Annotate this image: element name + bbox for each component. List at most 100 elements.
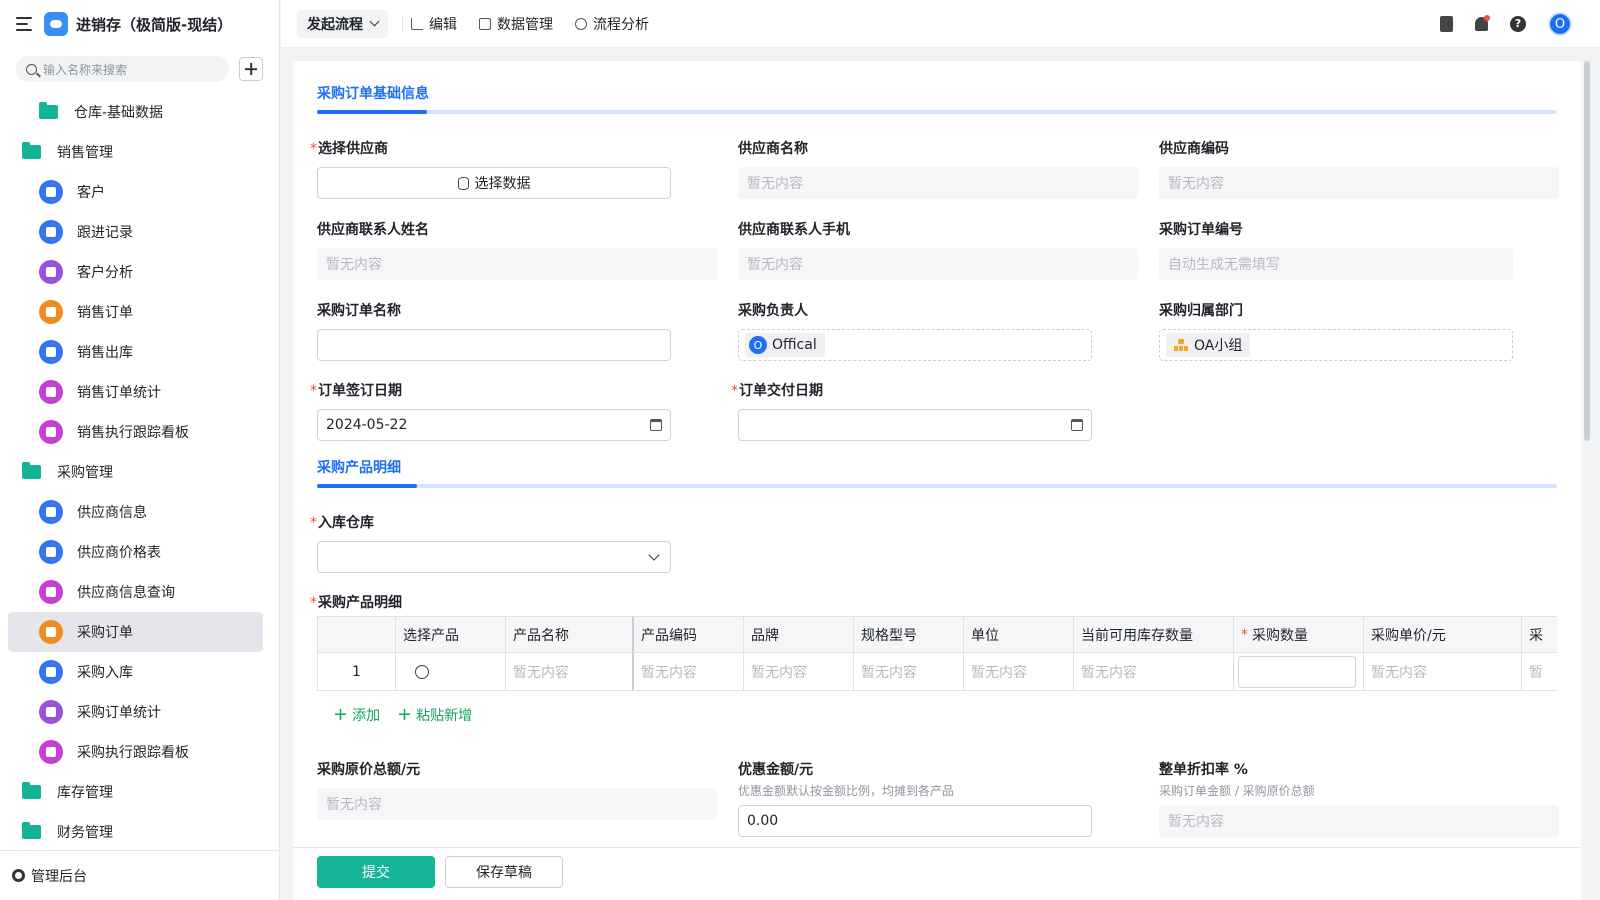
- order-no-field: 采购订单编号 自动生成无需填写: [1159, 220, 1513, 280]
- sidebar-item[interactable]: 采购订单: [8, 612, 263, 652]
- order-name-label: 采购订单名称: [317, 303, 401, 319]
- warehouse-select[interactable]: [317, 541, 671, 573]
- purchaser-picker[interactable]: O Offical: [738, 329, 1092, 361]
- quantity-input[interactable]: [1238, 655, 1356, 688]
- sidebar-item[interactable]: 销售订单统计: [8, 372, 263, 412]
- scrollbar[interactable]: [1584, 61, 1590, 441]
- table-cell: 暂无内容: [964, 653, 1074, 690]
- sidebar-item[interactable]: 客户: [8, 172, 263, 212]
- save-draft-button[interactable]: 保存草稿: [445, 856, 563, 888]
- select-product-icon[interactable]: [415, 664, 429, 679]
- table-cell-value: 暂无内容: [861, 664, 917, 681]
- contact-phone-value: 暂无内容: [738, 248, 1138, 280]
- admin-console-link[interactable]: 管理后台: [0, 850, 279, 900]
- table-row: 1 暂无内容 暂无内容 暂无内容 暂无内容 暂无内容 暂无内容 暂无内容 暂: [318, 653, 1557, 690]
- sidebar-item[interactable]: 财务管理: [8, 812, 263, 852]
- sidebar-item-label: 库存管理: [57, 785, 113, 801]
- total-original-label: 采购原价总额/元: [317, 762, 421, 778]
- sidebar-search-row: 输入名称来搜索: [0, 48, 279, 92]
- plus-icon: +: [333, 704, 349, 725]
- select-data-button[interactable]: 选择数据: [317, 167, 671, 199]
- add-item-button[interactable]: [239, 57, 263, 81]
- action-bar: 提交 保存草稿: [293, 847, 1581, 900]
- sidebar-item[interactable]: 库存管理: [8, 772, 263, 812]
- order-name-input[interactable]: [317, 329, 671, 361]
- app-title: 进销存（极简版-现结）: [76, 15, 233, 34]
- contact-name-value: 暂无内容: [317, 248, 717, 280]
- chart-icon: [39, 700, 63, 724]
- sidebar-search-input[interactable]: 输入名称来搜索: [16, 56, 229, 82]
- table-header-label: 产品编码: [641, 627, 697, 644]
- total-original-field: 采购原价总额/元 暂无内容: [317, 760, 717, 820]
- department-picker[interactable]: OA小组: [1159, 329, 1513, 361]
- sidebar-item[interactable]: 销售执行跟踪看板: [8, 412, 263, 452]
- menu-icon[interactable]: [16, 17, 32, 31]
- order-no-label: 采购订单编号: [1159, 222, 1243, 238]
- add-row-label: 添加: [352, 708, 381, 724]
- table-header-cell: 当前可用库存数量: [1074, 617, 1234, 652]
- delivery-date-input[interactable]: [738, 409, 1092, 441]
- app-logo-icon: [44, 12, 68, 36]
- start-flow-dropdown[interactable]: 发起流程: [297, 9, 388, 38]
- sidebar-item[interactable]: 客户分析: [8, 252, 263, 292]
- paste-add-button[interactable]: + 粘贴新增: [397, 705, 472, 725]
- sidebar-item[interactable]: 供应商信息: [8, 492, 263, 532]
- sidebar-item-label: 财务管理: [57, 825, 113, 841]
- discount-amount-input[interactable]: 0.00: [738, 805, 1092, 837]
- data-manage-button[interactable]: 数据管理: [479, 14, 553, 34]
- table-cell[interactable]: [396, 653, 506, 690]
- contact-phone-label: 供应商联系人手机: [738, 222, 850, 238]
- supplier-code-label: 供应商编码: [1159, 141, 1229, 157]
- order-icon: [39, 620, 63, 644]
- submit-button[interactable]: 提交: [317, 856, 435, 888]
- folder-icon: [22, 462, 41, 479]
- sign-date-value: 2024-05-22: [326, 417, 408, 433]
- edit-button[interactable]: 编辑: [411, 14, 457, 34]
- flow-analysis-button[interactable]: 流程分析: [575, 14, 649, 34]
- calendar-icon: [1071, 419, 1083, 431]
- sidebar-item-label: 销售管理: [57, 145, 113, 161]
- table-cell: 暂无内容: [744, 653, 854, 690]
- product-table: 选择产品 产品名称 产品编码 品牌 规格型号 单位 当前可用库存数量 * 采购数量 采购单价/元采…: [317, 616, 1557, 691]
- table-cell: 暂: [1522, 653, 1557, 690]
- bell-icon[interactable]: [1475, 15, 1490, 31]
- discount-amount-label: 优惠金额/元: [738, 762, 814, 778]
- sidebar-item[interactable]: 供应商价格表: [8, 532, 263, 572]
- table-cell[interactable]: [1234, 653, 1364, 690]
- book-icon[interactable]: [1440, 16, 1453, 32]
- sidebar-item[interactable]: 销售订单: [8, 292, 263, 332]
- table-header-label: 品牌: [751, 627, 779, 644]
- sidebar-item[interactable]: 采购管理: [8, 452, 263, 492]
- warehouse-field: *入库仓库: [310, 513, 671, 573]
- purchaser-field: 采购负责人 O Offical: [738, 301, 1092, 361]
- discount-rate-label: 整单折扣率 %: [1159, 762, 1248, 778]
- folder-icon: [22, 142, 41, 159]
- sidebar-item[interactable]: 采购入库: [8, 652, 263, 692]
- purchaser-label: 采购负责人: [738, 303, 808, 319]
- sidebar-item[interactable]: 采购执行跟踪看板: [8, 732, 263, 772]
- sidebar-item[interactable]: 销售管理: [8, 132, 263, 172]
- contact-name-field: 供应商联系人姓名 暂无内容: [317, 220, 717, 280]
- sidebar-item[interactable]: 仓库-基础数据: [8, 92, 263, 132]
- document-icon: [39, 540, 63, 564]
- sidebar-item-label: 采购管理: [57, 465, 113, 481]
- supplier-code-field: 供应商编码 暂无内容: [1159, 139, 1559, 199]
- delivery-date-field: *订单交付日期: [731, 381, 1092, 441]
- sidebar-item[interactable]: 供应商信息查询: [8, 572, 263, 612]
- sidebar-item[interactable]: 采购订单统计: [8, 692, 263, 732]
- table-cell: 暂无内容: [506, 653, 634, 690]
- add-row-button[interactable]: + 添加: [333, 705, 380, 725]
- table-header-label: 产品名称: [513, 627, 569, 644]
- topbar: 发起流程 编辑 数据管理 流程分析 ? O: [281, 0, 1600, 48]
- document-icon: [39, 220, 63, 244]
- help-icon[interactable]: ?: [1510, 16, 1526, 32]
- avatar[interactable]: O: [1548, 12, 1572, 36]
- sidebar-item[interactable]: 跟进记录: [8, 212, 263, 252]
- sidebar-item-label: 供应商信息查询: [77, 585, 175, 601]
- org-chart-icon: [1174, 339, 1188, 351]
- department-field: 采购归属部门 OA小组: [1159, 301, 1513, 361]
- sidebar-item[interactable]: 销售出库: [8, 332, 263, 372]
- sign-date-input[interactable]: 2024-05-22: [317, 409, 671, 441]
- sign-date-label: 订单签订日期: [318, 383, 402, 399]
- sidebar-item-label: 采购执行跟踪看板: [77, 745, 189, 761]
